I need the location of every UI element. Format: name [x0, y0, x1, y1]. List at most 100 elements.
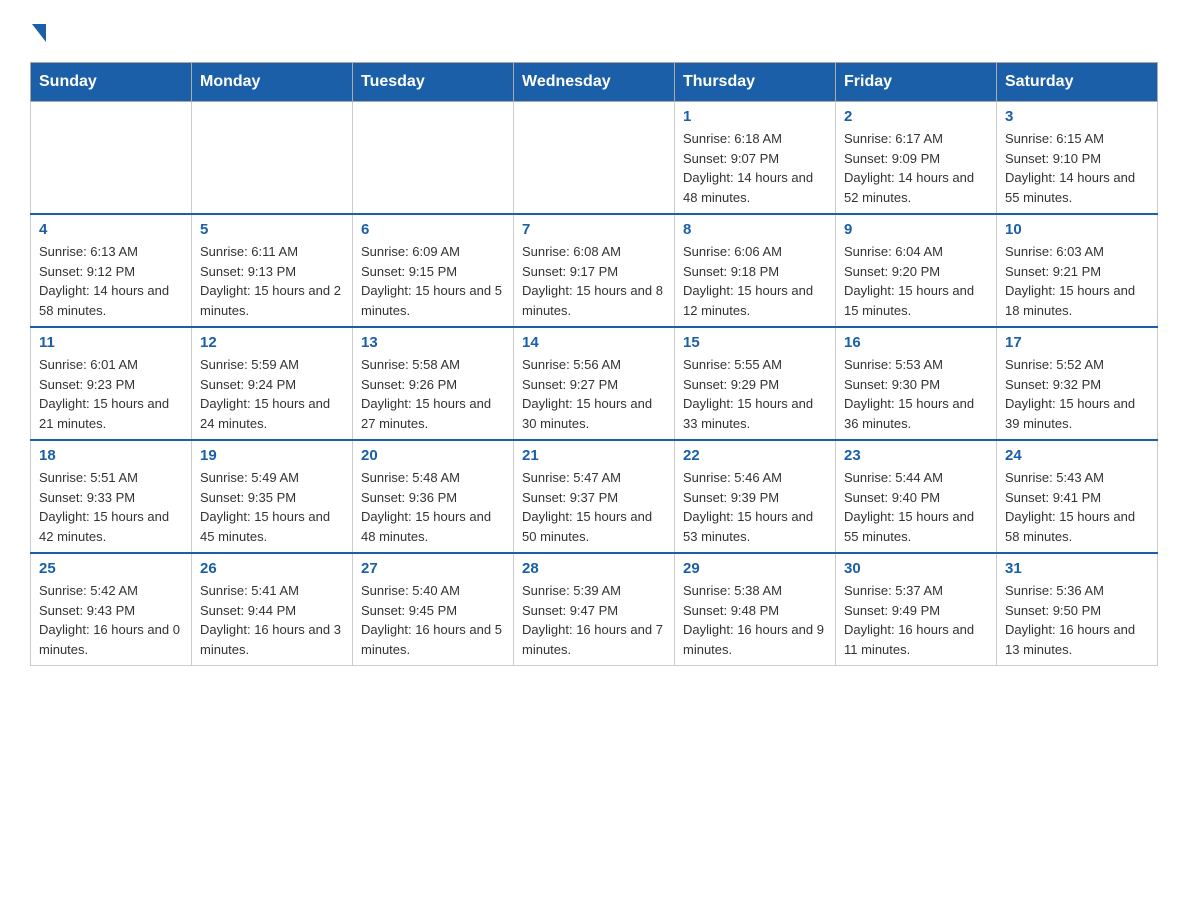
logo-arrow-icon [32, 24, 46, 42]
calendar-cell: 8 Sunrise: 6:06 AMSunset: 9:18 PMDaylight… [675, 214, 836, 327]
day-info: Sunrise: 5:47 AMSunset: 9:37 PMDaylight:… [522, 468, 666, 546]
day-number: 1 [683, 108, 827, 125]
calendar-cell: 31 Sunrise: 5:36 AMSunset: 9:50 PMDayligh… [997, 553, 1158, 666]
day-number: 9 [844, 221, 988, 238]
calendar-cell: 24 Sunrise: 5:43 AMSunset: 9:41 PMDayligh… [997, 440, 1158, 553]
calendar-cell: 12 Sunrise: 5:59 AMSunset: 9:24 PMDayligh… [192, 327, 353, 440]
calendar-cell: 17 Sunrise: 5:52 AMSunset: 9:32 PMDayligh… [997, 327, 1158, 440]
calendar-cell: 4 Sunrise: 6:13 AMSunset: 9:12 PMDaylight… [31, 214, 192, 327]
calendar-cell: 15 Sunrise: 5:55 AMSunset: 9:29 PMDayligh… [675, 327, 836, 440]
day-number: 5 [200, 221, 344, 238]
day-info: Sunrise: 5:59 AMSunset: 9:24 PMDaylight:… [200, 355, 344, 433]
day-number: 10 [1005, 221, 1149, 238]
day-info: Sunrise: 5:56 AMSunset: 9:27 PMDaylight:… [522, 355, 666, 433]
calendar-cell: 28 Sunrise: 5:39 AMSunset: 9:47 PMDayligh… [514, 553, 675, 666]
day-number: 11 [39, 334, 183, 351]
calendar-cell [31, 102, 192, 215]
logo [30, 20, 46, 42]
day-number: 6 [361, 221, 505, 238]
day-info: Sunrise: 5:46 AMSunset: 9:39 PMDaylight:… [683, 468, 827, 546]
day-number: 15 [683, 334, 827, 351]
day-number: 13 [361, 334, 505, 351]
day-number: 28 [522, 560, 666, 577]
calendar-cell: 10 Sunrise: 6:03 AMSunset: 9:21 PMDayligh… [997, 214, 1158, 327]
day-number: 18 [39, 447, 183, 464]
calendar-header-row: SundayMondayTuesdayWednesdayThursdayFrid… [31, 63, 1158, 102]
day-number: 8 [683, 221, 827, 238]
day-number: 22 [683, 447, 827, 464]
weekday-header-sunday: Sunday [31, 63, 192, 102]
calendar-cell: 30Sunrise: 5:37 AMSunset: 9:49 PMDayligh… [836, 553, 997, 666]
calendar-cell: 26 Sunrise: 5:41 AMSunset: 9:44 PMDayligh… [192, 553, 353, 666]
day-info: Sunrise: 6:03 AMSunset: 9:21 PMDaylight:… [1005, 242, 1149, 320]
day-number: 19 [200, 447, 344, 464]
day-info: Sunrise: 6:08 AMSunset: 9:17 PMDaylight:… [522, 242, 666, 320]
calendar-cell: 16Sunrise: 5:53 AMSunset: 9:30 PMDayligh… [836, 327, 997, 440]
calendar-cell [353, 102, 514, 215]
calendar-cell: 21 Sunrise: 5:47 AMSunset: 9:37 PMDayligh… [514, 440, 675, 553]
day-number: 17 [1005, 334, 1149, 351]
day-info: Sunrise: 5:42 AMSunset: 9:43 PMDaylight:… [39, 581, 183, 659]
calendar-cell: 25 Sunrise: 5:42 AMSunset: 9:43 PMDayligh… [31, 553, 192, 666]
day-number: 12 [200, 334, 344, 351]
day-info: Sunrise: 6:11 AMSunset: 9:13 PMDaylight:… [200, 242, 344, 320]
day-info: Sunrise: 6:17 AMSunset: 9:09 PMDaylight:… [844, 129, 988, 207]
day-number: 29 [683, 560, 827, 577]
day-info: Sunrise: 5:52 AMSunset: 9:32 PMDaylight:… [1005, 355, 1149, 433]
calendar-cell: 2 Sunrise: 6:17 AMSunset: 9:09 PMDaylight… [836, 102, 997, 215]
calendar-cell [514, 102, 675, 215]
day-info: Sunrise: 5:40 AMSunset: 9:45 PMDaylight:… [361, 581, 505, 659]
day-number: 26 [200, 560, 344, 577]
day-info: Sunrise: 5:39 AMSunset: 9:47 PMDaylight:… [522, 581, 666, 659]
day-number: 23 [844, 447, 988, 464]
day-number: 2 [844, 108, 988, 125]
day-info: Sunrise: 5:48 AMSunset: 9:36 PMDaylight:… [361, 468, 505, 546]
day-info: Sunrise: 5:44 AMSunset: 9:40 PMDaylight:… [844, 468, 988, 546]
weekday-header-saturday: Saturday [997, 63, 1158, 102]
weekday-header-tuesday: Tuesday [353, 63, 514, 102]
calendar-cell: 27 Sunrise: 5:40 AMSunset: 9:45 PMDayligh… [353, 553, 514, 666]
day-info: Sunrise: 6:06 AMSunset: 9:18 PMDaylight:… [683, 242, 827, 320]
calendar-week-row: 11 Sunrise: 6:01 AMSunset: 9:23 PMDayligh… [31, 327, 1158, 440]
calendar-cell: 29 Sunrise: 5:38 AMSunset: 9:48 PMDayligh… [675, 553, 836, 666]
day-info: Sunrise: 5:58 AMSunset: 9:26 PMDaylight:… [361, 355, 505, 433]
day-number: 25 [39, 560, 183, 577]
day-info: Sunrise: 6:04 AMSunset: 9:20 PMDaylight:… [844, 242, 988, 320]
weekday-header-monday: Monday [192, 63, 353, 102]
calendar-cell: 22 Sunrise: 5:46 AMSunset: 9:39 PMDayligh… [675, 440, 836, 553]
day-number: 24 [1005, 447, 1149, 464]
day-info: Sunrise: 5:38 AMSunset: 9:48 PMDaylight:… [683, 581, 827, 659]
day-number: 7 [522, 221, 666, 238]
day-info: Sunrise: 5:36 AMSunset: 9:50 PMDaylight:… [1005, 581, 1149, 659]
day-info: Sunrise: 5:43 AMSunset: 9:41 PMDaylight:… [1005, 468, 1149, 546]
calendar-week-row: 4 Sunrise: 6:13 AMSunset: 9:12 PMDaylight… [31, 214, 1158, 327]
day-number: 4 [39, 221, 183, 238]
day-number: 20 [361, 447, 505, 464]
day-number: 31 [1005, 560, 1149, 577]
calendar-cell: 5 Sunrise: 6:11 AMSunset: 9:13 PMDaylight… [192, 214, 353, 327]
day-info: Sunrise: 6:01 AMSunset: 9:23 PMDaylight:… [39, 355, 183, 433]
calendar-week-row: 1 Sunrise: 6:18 AMSunset: 9:07 PMDaylight… [31, 102, 1158, 215]
calendar-cell [192, 102, 353, 215]
calendar-cell: 18Sunrise: 5:51 AMSunset: 9:33 PMDayligh… [31, 440, 192, 553]
day-info: Sunrise: 6:18 AMSunset: 9:07 PMDaylight:… [683, 129, 827, 207]
day-number: 21 [522, 447, 666, 464]
day-info: Sunrise: 5:41 AMSunset: 9:44 PMDaylight:… [200, 581, 344, 659]
calendar-cell: 23 Sunrise: 5:44 AMSunset: 9:40 PMDayligh… [836, 440, 997, 553]
day-info: Sunrise: 6:13 AMSunset: 9:12 PMDaylight:… [39, 242, 183, 320]
weekday-header-wednesday: Wednesday [514, 63, 675, 102]
day-info: Sunrise: 6:09 AMSunset: 9:15 PMDaylight:… [361, 242, 505, 320]
day-number: 16 [844, 334, 988, 351]
day-number: 27 [361, 560, 505, 577]
calendar-week-row: 25 Sunrise: 5:42 AMSunset: 9:43 PMDayligh… [31, 553, 1158, 666]
weekday-header-thursday: Thursday [675, 63, 836, 102]
calendar-cell: 3Sunrise: 6:15 AMSunset: 9:10 PMDaylight… [997, 102, 1158, 215]
day-info: Sunrise: 6:15 AMSunset: 9:10 PMDaylight:… [1005, 129, 1149, 207]
calendar-cell: 11 Sunrise: 6:01 AMSunset: 9:23 PMDayligh… [31, 327, 192, 440]
calendar-cell: 14Sunrise: 5:56 AMSunset: 9:27 PMDayligh… [514, 327, 675, 440]
calendar-cell: 9 Sunrise: 6:04 AMSunset: 9:20 PMDaylight… [836, 214, 997, 327]
day-info: Sunrise: 5:49 AMSunset: 9:35 PMDaylight:… [200, 468, 344, 546]
day-info: Sunrise: 5:55 AMSunset: 9:29 PMDaylight:… [683, 355, 827, 433]
calendar-cell: 13 Sunrise: 5:58 AMSunset: 9:26 PMDayligh… [353, 327, 514, 440]
page-header [30, 20, 1158, 42]
